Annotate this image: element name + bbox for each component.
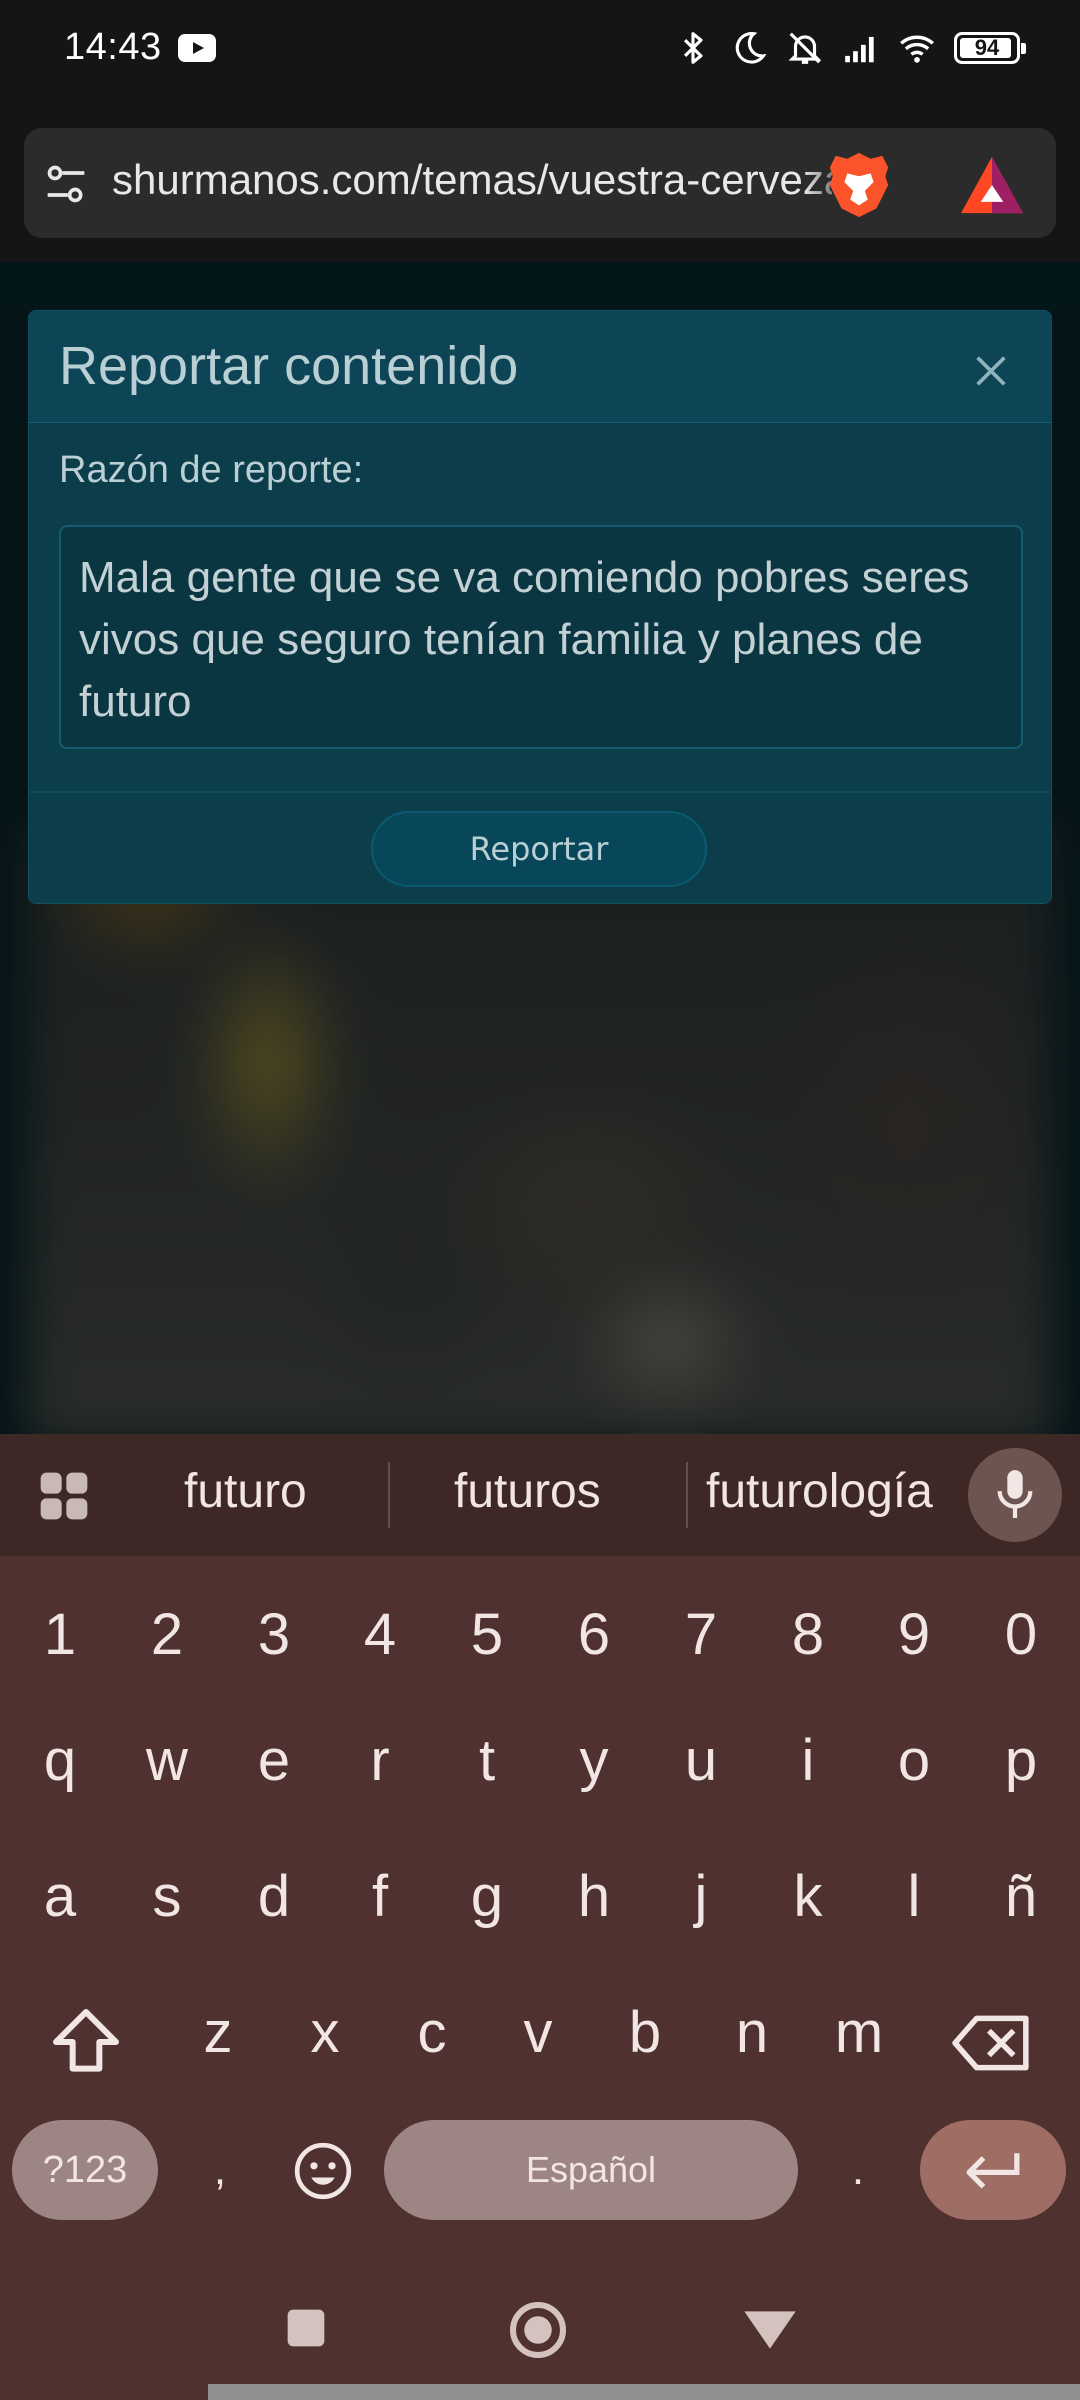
letter-key-b[interactable]: b [595, 1982, 695, 2082]
period-key[interactable]: . [808, 2120, 908, 2220]
report-button[interactable]: Reportar [371, 811, 707, 887]
letter-key-n[interactable]: n [702, 1982, 802, 2082]
suggestion-divider [388, 1462, 390, 1528]
report-dialog: Reportar contenido Razón de reporte: Mal… [28, 310, 1052, 904]
letter-key-l[interactable]: l [864, 1846, 964, 1946]
letter-key-s[interactable]: s [117, 1846, 217, 1946]
enter-key[interactable] [920, 2120, 1066, 2220]
letter-key-r[interactable]: r [330, 1710, 430, 1810]
reason-textarea[interactable]: Mala gente que se va comiendo pobres ser… [59, 525, 1023, 749]
letter-key-q[interactable]: q [10, 1710, 110, 1810]
letter-key-e[interactable]: e [224, 1710, 324, 1810]
brave-rewards-icon[interactable] [958, 154, 1026, 216]
browser-toolbar: shurmanos.com/temas/vuestra-cerveza [0, 96, 1080, 262]
letter-key-a[interactable]: a [10, 1846, 110, 1946]
letter-key-x[interactable]: x [275, 1982, 375, 2082]
number-key-6[interactable]: 6 [544, 1584, 644, 1684]
dialog-header: Reportar contenido [29, 311, 1051, 423]
letter-key-v[interactable]: v [488, 1982, 588, 2082]
suggestion-divider [686, 1462, 688, 1528]
system-nav-bar [0, 2254, 1080, 2400]
system-icons: 94 [674, 24, 1026, 72]
backspace-icon[interactable] [952, 2008, 1032, 2078]
dialog-footer: Reportar [29, 791, 1051, 903]
reason-label: Razón de reporte: [59, 449, 364, 491]
bluetooth-icon [683, 32, 703, 64]
suggestion-2[interactable]: futuros [454, 1464, 601, 1519]
letter-key-m[interactable]: m [809, 1982, 909, 2082]
battery-indicator: 94 [954, 32, 1026, 64]
battery-level: 94 [974, 35, 1000, 60]
suggestion-bar: futuro futuros futurología [0, 1434, 1080, 1556]
site-settings-icon[interactable] [44, 162, 88, 206]
letter-key-h[interactable]: h [544, 1846, 644, 1946]
letter-key-f[interactable]: f [330, 1846, 430, 1946]
enter-icon [966, 2153, 1020, 2189]
brave-shields-icon[interactable] [824, 150, 894, 220]
letter-key-o[interactable]: o [864, 1710, 964, 1810]
number-key-9[interactable]: 9 [864, 1584, 964, 1684]
number-key-8[interactable]: 8 [758, 1584, 858, 1684]
comma-key[interactable]: , [170, 2120, 270, 2220]
muted-bell-icon [788, 32, 822, 64]
letter-key-c[interactable]: c [382, 1982, 482, 2082]
letter-key-ñ[interactable]: ñ [971, 1846, 1071, 1946]
number-key-7[interactable]: 7 [651, 1584, 751, 1684]
letter-key-y[interactable]: y [544, 1710, 644, 1810]
youtube-icon [178, 34, 216, 62]
letter-key-i[interactable]: i [758, 1710, 858, 1810]
letter-key-d[interactable]: d [224, 1846, 324, 1946]
letter-key-k[interactable]: k [758, 1846, 858, 1946]
letter-key-w[interactable]: w [117, 1710, 217, 1810]
microphone-icon [997, 1470, 1033, 1518]
number-key-0[interactable]: 0 [971, 1584, 1071, 1684]
close-icon[interactable] [971, 351, 1011, 391]
letter-key-j[interactable]: j [651, 1846, 751, 1946]
gesture-indicator [208, 2384, 1080, 2400]
emoji-icon[interactable] [292, 2140, 354, 2202]
letter-key-g[interactable]: g [437, 1846, 537, 1946]
symbols-key[interactable]: ?123 [12, 2120, 158, 2220]
space-key[interactable]: Español [384, 2120, 798, 2220]
status-bar: 14:43 94 [0, 0, 1080, 96]
letter-key-u[interactable]: u [651, 1710, 751, 1810]
home-icon[interactable] [508, 2300, 568, 2360]
number-key-5[interactable]: 5 [437, 1584, 537, 1684]
suggestion-1[interactable]: futuro [184, 1464, 307, 1519]
address-bar[interactable]: shurmanos.com/temas/vuestra-cerveza [24, 128, 1056, 238]
keyboard-apps-icon[interactable] [36, 1468, 92, 1524]
url-text[interactable]: shurmanos.com/temas/vuestra-cerveza [112, 156, 832, 204]
back-icon[interactable] [742, 2308, 798, 2352]
signal-icon [845, 36, 874, 63]
status-time: 14:43 [64, 26, 162, 68]
dialog-title: Reportar contenido [59, 336, 519, 396]
number-key-1[interactable]: 1 [10, 1584, 110, 1684]
dnd-moon-icon [735, 32, 767, 64]
suggestion-3[interactable]: futurología [706, 1464, 933, 1519]
letter-key-p[interactable]: p [971, 1710, 1071, 1810]
letter-key-t[interactable]: t [437, 1710, 537, 1810]
number-key-3[interactable]: 3 [224, 1584, 324, 1684]
number-key-2[interactable]: 2 [117, 1584, 217, 1684]
letter-key-z[interactable]: z [168, 1982, 268, 2082]
recents-icon[interactable] [284, 2306, 328, 2350]
wifi-icon [900, 35, 934, 63]
voice-input-button[interactable] [968, 1448, 1062, 1542]
number-key-4[interactable]: 4 [330, 1584, 430, 1684]
shift-icon[interactable] [46, 2002, 126, 2082]
